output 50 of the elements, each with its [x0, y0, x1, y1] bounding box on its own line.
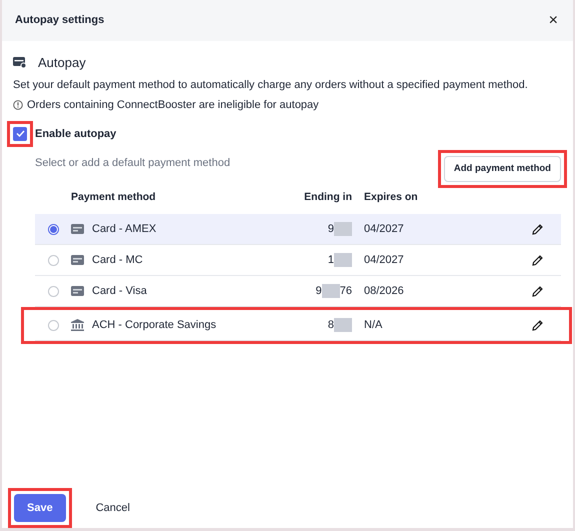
table-row[interactable]: Card - AMEX 9 04/2027 — [35, 214, 561, 246]
table-cell: 04/2027 — [364, 254, 404, 266]
radio-button[interactable] — [48, 254, 58, 266]
checkbox-label: Enable autopay — [35, 126, 116, 142]
table-cell-text: 76 — [340, 284, 352, 299]
radio-button[interactable] — [48, 224, 58, 235]
redaction-block — [334, 318, 352, 332]
section-title: Autopay — [38, 54, 86, 72]
hint-text: Select or add a default payment method — [35, 156, 230, 171]
card-icon — [13, 57, 26, 68]
card-icon — [71, 255, 84, 266]
table-cell-text: ACH - Corporate Savings — [92, 318, 216, 333]
radio-button[interactable] — [48, 320, 58, 331]
table-row[interactable]: Card - Visa 9 76 08/2026 — [35, 276, 561, 308]
table-row[interactable]: ACH - Corporate Savings 8 N/A — [35, 310, 561, 342]
edit-icon[interactable] — [532, 254, 543, 266]
card-icon — [71, 224, 84, 234]
redaction-block — [322, 284, 340, 298]
table-cell: N/A — [364, 319, 382, 331]
column-header: Ending in — [304, 190, 352, 206]
close-button[interactable]: × — [546, 12, 560, 28]
table-cell: 08/2026 — [364, 285, 404, 297]
table-cell-text: 9 — [316, 284, 322, 299]
table-cell-text: 1 — [328, 253, 334, 268]
checkbox[interactable] — [13, 126, 27, 141]
description-text: Set your default payment method to automatically charge any orders without a specified payment method. — [13, 78, 529, 92]
redaction-block — [334, 253, 352, 268]
edit-icon[interactable] — [532, 286, 543, 297]
notice-text: Orders containing ConnectBooster are ineligible for autopay — [27, 98, 319, 113]
table-row[interactable]: Card - MC 1 04/2027 — [35, 245, 561, 276]
save-button[interactable]: Save — [14, 494, 66, 522]
table-cell-text: Card - MC — [92, 253, 143, 268]
column-header: Expires on — [364, 191, 418, 204]
info-icon — [13, 100, 23, 110]
column-header: Payment method — [71, 190, 156, 206]
table-cell-text: Card - AMEX — [92, 222, 156, 237]
cancel-button[interactable]: Cancel — [90, 498, 136, 517]
table-cell-text: 9 — [328, 222, 334, 237]
add-payment-button[interactable]: Add payment method — [444, 156, 561, 182]
dialog-title: Autopay settings — [15, 13, 104, 28]
table-cell: 04/2027 — [364, 223, 404, 235]
table-cell-text: 8 — [328, 318, 334, 333]
radio-button[interactable] — [48, 286, 58, 297]
edit-icon[interactable] — [532, 320, 543, 331]
card-icon — [71, 286, 84, 296]
bank-icon — [71, 319, 84, 332]
check-icon — [16, 130, 24, 138]
redaction-block — [334, 222, 352, 236]
table-cell-text: Card - Visa — [92, 284, 147, 299]
edit-icon[interactable] — [532, 224, 543, 235]
